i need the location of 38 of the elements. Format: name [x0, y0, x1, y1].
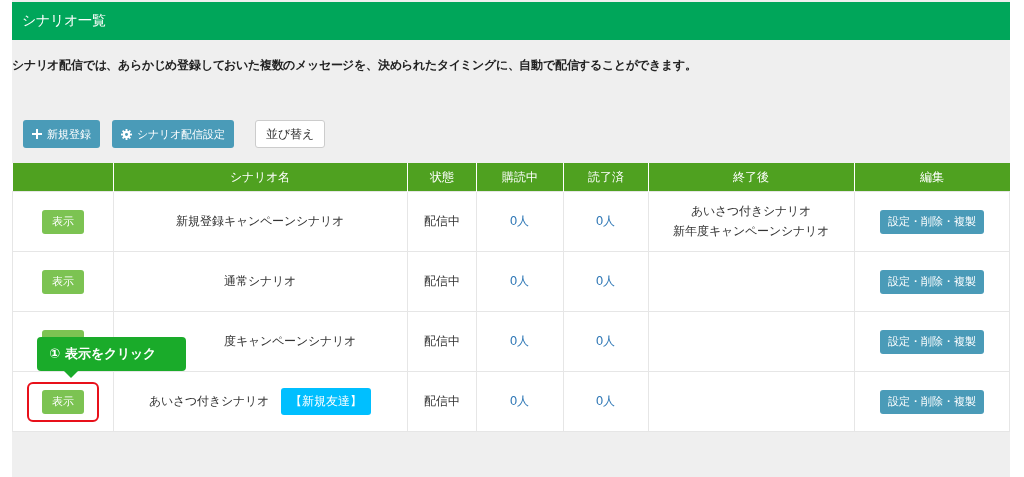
- status-text: 配信中: [423, 334, 460, 348]
- page-title: シナリオ一覧: [22, 12, 106, 30]
- tooltip-pointer: [63, 370, 79, 378]
- read-count[interactable]: 0人: [595, 274, 616, 288]
- subscriber-count[interactable]: 0人: [509, 334, 530, 348]
- scenario-name: 度キャンペーンシナリオ: [224, 333, 356, 350]
- column-header: シナリオ名: [113, 163, 407, 192]
- toolbar-button[interactable]: シナリオ配信設定: [112, 120, 234, 148]
- edit-button[interactable]: 設定・削除・複製: [879, 389, 984, 414]
- tag-label: 【新規友達】: [281, 388, 371, 415]
- column-header: 終了後: [648, 163, 854, 192]
- subscriber-count[interactable]: 0人: [509, 394, 530, 408]
- read-count[interactable]: 0人: [595, 214, 616, 228]
- edit-button[interactable]: 設定・削除・複製: [879, 269, 984, 294]
- scenario-name: 新規登録キャンペーンシナリオ: [176, 213, 344, 230]
- read-count[interactable]: 0人: [595, 334, 616, 348]
- column-header: 読了済: [563, 163, 648, 192]
- read-count[interactable]: 0人: [595, 394, 616, 408]
- next-scenario: あいさつ付きシナリオ: [690, 203, 812, 220]
- toolbar-button[interactable]: 新規登録: [23, 120, 100, 148]
- toolbar-button[interactable]: 並び替え: [255, 120, 325, 148]
- next-scenario: 新年度キャンペーンシナリオ: [672, 223, 830, 240]
- column-header: 編集: [854, 163, 1010, 192]
- edit-button[interactable]: 設定・削除・複製: [879, 329, 984, 354]
- edit-button[interactable]: 設定・削除・複製: [879, 209, 984, 234]
- gear-icon: [121, 128, 132, 140]
- callout-tooltip: ① 表示をクリック: [37, 337, 186, 371]
- scenario-name: 通常シナリオ: [224, 273, 296, 290]
- plus-icon: [32, 129, 42, 139]
- status-text: 配信中: [423, 214, 460, 228]
- status-text: 配信中: [423, 394, 460, 408]
- column-header: 購読中: [476, 163, 563, 192]
- subscriber-count[interactable]: 0人: [509, 214, 530, 228]
- column-header: 状態: [407, 163, 476, 192]
- description-text: シナリオ配信では、あらかじめ登録しておいた複数のメッセージを、決められたタイミングに、自動で配信することができます。: [12, 57, 698, 74]
- status-text: 配信中: [423, 274, 460, 288]
- scenario-name: あいさつ付きシナリオ: [149, 393, 269, 410]
- subscriber-count[interactable]: 0人: [509, 274, 530, 288]
